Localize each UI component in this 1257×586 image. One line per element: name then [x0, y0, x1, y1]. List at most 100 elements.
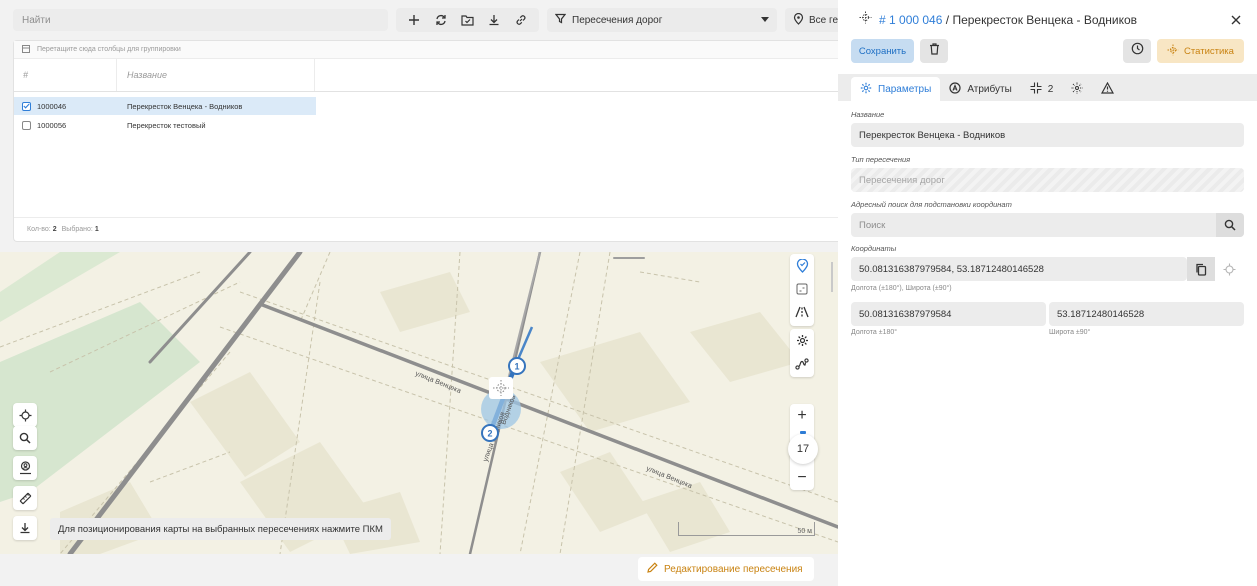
column-header-name[interactable]: Название [117, 59, 315, 91]
name-field[interactable]: Перекресток Венцека - Водников [851, 123, 1244, 147]
panel-title: # 1 000 046 / Перекресток Венцека - Водн… [879, 13, 1138, 27]
map-tools-middle [790, 329, 814, 377]
row-name: Перекресток тестовый [127, 120, 206, 130]
delete-button[interactable] [920, 39, 948, 63]
locate-icon[interactable] [1215, 257, 1244, 281]
gear-icon[interactable] [790, 329, 814, 352]
link-icon[interactable] [512, 11, 530, 29]
intersections-table: Перетащите сюда столбцы для группировки … [13, 40, 838, 242]
zoom-level: 17 [788, 434, 818, 464]
map-tooltip: Для позиционирования карты на выбранных … [50, 518, 391, 540]
longitude-hint: Долгота ±180° [851, 329, 898, 336]
coords-label: Координаты [851, 244, 897, 253]
row-checkbox[interactable] [22, 101, 31, 111]
attribute-icon [949, 81, 961, 97]
tab-signals[interactable] [1062, 77, 1092, 101]
group-icon [22, 44, 30, 55]
search-input[interactable] [13, 9, 388, 31]
folder-check-icon[interactable] [458, 11, 476, 29]
map-scale: 50 м [678, 522, 815, 536]
count-value: 2 [52, 226, 57, 233]
download-map-icon[interactable] [13, 516, 37, 540]
toolbar-actions [396, 8, 539, 32]
crosshair-icon[interactable] [13, 403, 37, 427]
location-pin-icon[interactable] [790, 254, 814, 277]
coords-field[interactable]: 50.081316387979584, 53.18712480146528 [851, 257, 1187, 281]
filter-icon [554, 13, 567, 27]
scope-select-label: Все ге [809, 14, 838, 26]
svg-text:2: 2 [487, 429, 492, 439]
scope-select[interactable]: Все ге [785, 8, 838, 32]
marker-2[interactable]: 2 [481, 424, 499, 442]
roads-layer-icon[interactable] [790, 300, 814, 323]
edit-intersection-button[interactable]: Редактирование пересечения [638, 557, 814, 581]
tab-linked-objects[interactable]: 2 [1021, 77, 1063, 101]
close-icon[interactable] [1228, 12, 1244, 28]
chevron-down-icon [761, 15, 769, 26]
download-icon[interactable] [485, 11, 503, 29]
objects-workspace: Пересечения дорог Все ге Перетащите сюда… [0, 0, 838, 586]
coords-hint: Долгота (±180°), Широта (±90°) [851, 285, 952, 292]
map-tools-top [790, 254, 814, 326]
address-search-placeholder: Поиск [859, 219, 886, 231]
row-name: Перекресток Венцека - Водников [127, 101, 243, 111]
tab-warnings[interactable] [1092, 77, 1123, 101]
panel-header: # 1 000 046 / Перекресток Венцека - Водн… [838, 0, 1257, 40]
intersection-stats-icon [1167, 44, 1179, 59]
save-button[interactable]: Сохранить [851, 39, 914, 63]
count-label: Кол-во: [27, 226, 51, 233]
longitude-field[interactable]: 50.081316387979584 [851, 302, 1046, 326]
type-label: Тип пересечения [851, 155, 911, 164]
search-icon[interactable] [1216, 213, 1244, 237]
intersection-type-label: Пересечения дорог [572, 14, 663, 26]
table-row[interactable]: 1000046 Перекресток Венцека - Водников [14, 97, 316, 115]
warning-icon [1101, 81, 1115, 97]
zoom-in-button[interactable]: + [790, 404, 814, 428]
layer-toggle-icon[interactable] [790, 277, 814, 300]
tab-attributes[interactable]: Атрибуты [940, 77, 1020, 101]
pin-icon [793, 12, 804, 28]
history-button[interactable] [1123, 39, 1151, 63]
address-search-input[interactable]: Поиск [851, 213, 1244, 237]
address-search-label: Адресный поиск для подстановки координат [851, 200, 1012, 209]
search-icon[interactable] [13, 426, 37, 450]
latitude-hint: Широта ±90° [1049, 329, 1091, 336]
refresh-icon[interactable] [432, 11, 450, 29]
panel-tabs: Параметры Атрибуты 2 [838, 74, 1257, 101]
panel-actions: Сохранить Статистика [851, 39, 1244, 63]
column-header-id[interactable]: # [14, 59, 117, 91]
row-id: 1000046 [37, 101, 67, 111]
plus-icon[interactable] [405, 11, 423, 29]
name-label: Название [851, 110, 885, 119]
intersection-icon [859, 11, 872, 29]
tab-parameters[interactable]: Параметры [851, 77, 941, 101]
selected-value: 1 [94, 226, 99, 233]
ruler-icon[interactable] [13, 486, 37, 510]
vertical-scrollbar[interactable] [831, 262, 833, 292]
row-checkbox[interactable] [22, 120, 31, 130]
light-rays-icon [1071, 82, 1083, 97]
table-row[interactable]: 1000056 Перекресток тестовый [14, 116, 316, 134]
trash-icon [929, 42, 940, 60]
resize-handle[interactable] [613, 257, 645, 259]
intersection-panel: # 1 000 046 / Перекресток Венцека - Водн… [838, 0, 1257, 586]
intersection-type-select[interactable]: Пересечения дорог [547, 8, 777, 32]
map-view[interactable]: улица Венцека улица Венцека Водников ули… [0, 252, 838, 554]
route-icon[interactable] [790, 352, 814, 375]
svg-text:1: 1 [514, 362, 519, 372]
clock-icon [1131, 42, 1144, 60]
latitude-field[interactable]: 53.18712480146528 [1049, 302, 1244, 326]
marker-1[interactable]: 1 [508, 357, 526, 375]
type-field: Пересечения дорог [851, 168, 1244, 192]
table-footer: Кол-во: 2 Выбрано: 1 [14, 217, 838, 241]
group-hint: Перетащите сюда столбцы для группировки [37, 46, 181, 53]
table-header: # Название [14, 59, 838, 92]
row-id: 1000056 [37, 120, 67, 130]
selected-label: Выбрано: [61, 226, 93, 233]
person-pin-icon[interactable] [13, 456, 37, 480]
zoom-out-button[interactable]: − [790, 466, 814, 490]
copy-icon[interactable] [1187, 257, 1215, 281]
map-canvas[interactable]: улица Венцека улица Венцека Водников ули… [0, 252, 838, 554]
statistics-button[interactable]: Статистика [1157, 39, 1244, 63]
group-by-area[interactable]: Перетащите сюда столбцы для группировки [14, 41, 838, 59]
